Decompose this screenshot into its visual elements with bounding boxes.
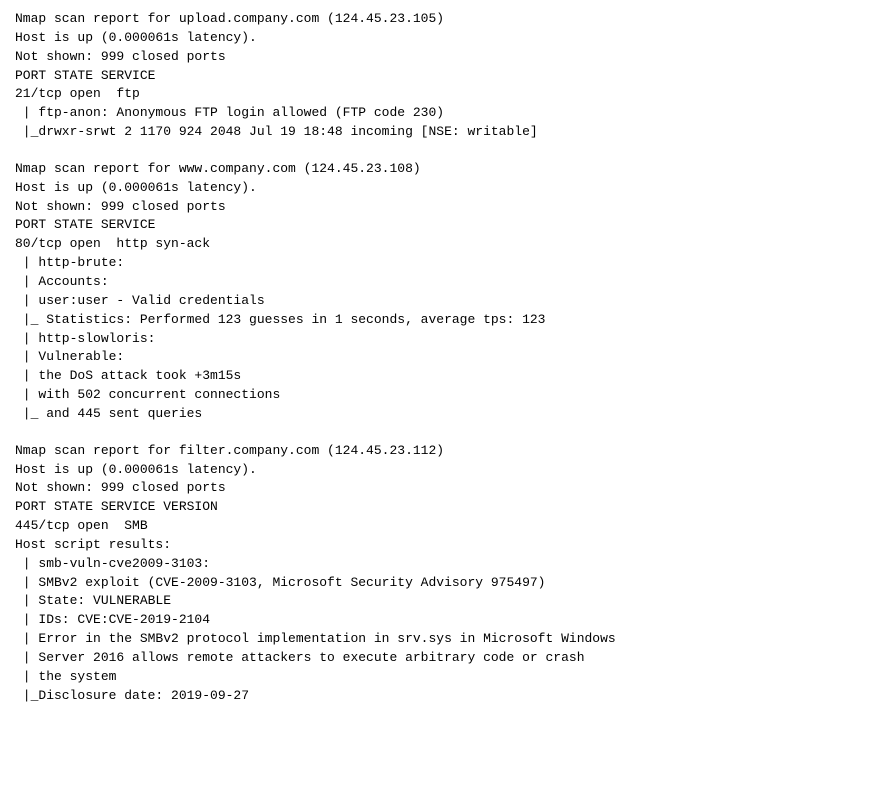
line-1-6: | Accounts: [15,274,109,289]
line-0-5: | ftp-anon: Anonymous FTP login allowed … [15,105,444,120]
line-2-1: Host is up (0.000061s latency). [15,462,257,477]
line-1-2: Not shown: 999 closed ports [15,199,226,214]
line-2-13: |_Disclosure date: 2019-09-27 [15,688,249,703]
line-2-4: 445/tcp open SMB [15,518,148,533]
line-2-7: | SMBv2 exploit (CVE-2009-3103, Microsof… [15,575,546,590]
line-1-11: | the DoS attack took +3m15s [15,368,241,383]
line-1-10: | Vulnerable: [15,349,124,364]
line-0-1: Host is up (0.000061s latency). [15,30,257,45]
scan-section-2: Nmap scan report for www.company.com (12… [15,160,881,424]
line-2-3: PORT STATE SERVICE VERSION [15,499,218,514]
line-1-1: Host is up (0.000061s latency). [15,180,257,195]
line-1-12: | with 502 concurrent connections [15,387,280,402]
line-1-5: | http-brute: [15,255,124,270]
scan-section-1: Nmap scan report for upload.company.com … [15,10,881,142]
line-2-11: | Server 2016 allows remote attackers to… [15,650,585,665]
line-0-2: Not shown: 999 closed ports [15,49,226,64]
line-1-9: | http-slowloris: [15,331,155,346]
line-2-0: Nmap scan report for filter.company.com … [15,443,444,458]
line-2-8: | State: VULNERABLE [15,593,171,608]
line-0-0: Nmap scan report for upload.company.com … [15,11,444,26]
line-2-5: Host script results: [15,537,171,552]
line-0-4: 21/tcp open ftp [15,86,140,101]
line-1-13: |_ and 445 sent queries [15,406,202,421]
line-2-12: | the system [15,669,116,684]
scan-section-3: Nmap scan report for filter.company.com … [15,442,881,706]
line-1-4: 80/tcp open http syn-ack [15,236,210,251]
line-2-10: | Error in the SMBv2 protocol implementa… [15,631,616,646]
line-1-3: PORT STATE SERVICE [15,217,155,232]
line-2-2: Not shown: 999 closed ports [15,480,226,495]
line-2-9: | IDs: CVE:CVE-2019-2104 [15,612,210,627]
line-0-6: |_drwxr-srwt 2 1170 924 2048 Jul 19 18:4… [15,124,538,139]
line-1-8: |_ Statistics: Performed 123 guesses in … [15,312,546,327]
terminal-output: Nmap scan report for upload.company.com … [15,10,881,706]
line-2-6: | smb-vuln-cve2009-3103: [15,556,210,571]
line-1-0: Nmap scan report for www.company.com (12… [15,161,421,176]
line-0-3: PORT STATE SERVICE [15,68,155,83]
line-1-7: | user:user - Valid credentials [15,293,265,308]
